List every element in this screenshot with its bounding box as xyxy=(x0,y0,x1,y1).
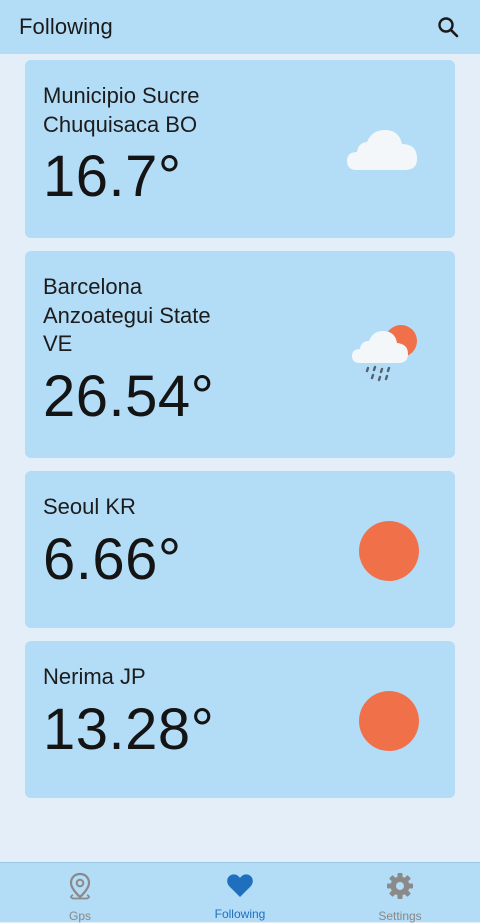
following-list: Municipio Sucre Chuquisaca BO 16.7° Barc… xyxy=(25,60,455,811)
nav-settings[interactable]: Settings xyxy=(320,863,480,923)
location-name: Seoul KR xyxy=(43,494,136,519)
search-icon[interactable] xyxy=(434,13,462,41)
sun-icon xyxy=(359,691,419,756)
sun-icon xyxy=(359,521,419,586)
bottom-navigation: Gps Following Settings xyxy=(0,862,480,923)
cloud-icon xyxy=(345,126,419,179)
sun-cloud-rain-icon xyxy=(351,321,419,392)
location-pin-icon xyxy=(67,872,93,905)
weather-card[interactable]: Seoul KR 6.66° xyxy=(25,471,455,628)
nav-gps[interactable]: Gps xyxy=(0,863,160,923)
nav-following[interactable]: Following xyxy=(160,863,320,922)
app-bar: Following xyxy=(0,0,480,54)
weather-card[interactable]: Municipio Sucre Chuquisaca BO 16.7° xyxy=(25,60,455,238)
heart-icon xyxy=(226,872,254,903)
location-name: Nerima JP xyxy=(43,664,146,689)
weather-card[interactable]: Nerima JP 13.28° xyxy=(25,641,455,798)
nav-label: Following xyxy=(214,907,266,921)
weather-card[interactable]: Barcelona Anzoategui State VE 26.54° xyxy=(25,251,455,458)
gear-icon xyxy=(386,872,414,905)
page-title: Following xyxy=(19,14,113,39)
